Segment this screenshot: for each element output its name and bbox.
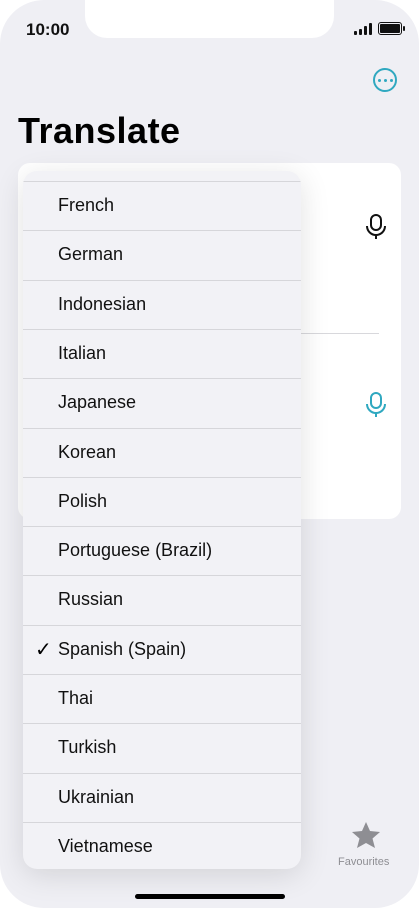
language-option-label: Italian bbox=[58, 342, 107, 363]
device-notch bbox=[85, 0, 334, 38]
phone-frame: 10:00 Translate Favourites French German… bbox=[0, 0, 419, 908]
language-option-label: Polish bbox=[58, 490, 108, 511]
battery-icon bbox=[378, 22, 405, 35]
language-option-label: Spanish (Spain) bbox=[58, 638, 187, 659]
more-options-button[interactable] bbox=[373, 68, 397, 92]
tab-favourites[interactable]: Favourites bbox=[338, 856, 389, 868]
language-option-label: Portuguese (Brazil) bbox=[58, 540, 213, 561]
language-option-label: Turkish bbox=[58, 737, 117, 758]
language-option-label: Russian bbox=[58, 589, 124, 610]
language-option-label: German bbox=[58, 244, 124, 265]
language-option-label: Japanese bbox=[58, 392, 137, 413]
page-title: Translate bbox=[18, 110, 181, 151]
language-option-italian[interactable]: Italian bbox=[23, 329, 301, 378]
ellipsis-circle-icon bbox=[377, 78, 381, 82]
microphone-icon[interactable] bbox=[364, 391, 388, 419]
star-icon[interactable] bbox=[351, 820, 381, 850]
language-option-korean[interactable]: Korean bbox=[23, 428, 301, 477]
app-screen: 10:00 Translate Favourites French German… bbox=[0, 0, 419, 908]
language-option-russian[interactable]: Russian bbox=[23, 575, 301, 624]
language-option-vietnamese[interactable]: Vietnamese bbox=[23, 822, 301, 869]
cellular-signal-icon bbox=[354, 22, 372, 35]
language-option-label: Thai bbox=[58, 688, 94, 708]
home-indicator bbox=[135, 894, 285, 899]
language-option-label: French bbox=[58, 195, 115, 215]
language-option-turkish[interactable]: Turkish bbox=[23, 723, 301, 772]
status-time: 10:00 bbox=[26, 20, 70, 39]
language-menu: French German Indonesian Italian Japanese Kor… bbox=[23, 171, 301, 869]
language-option-japanese[interactable]: Japanese bbox=[23, 378, 301, 427]
language-option-ukrainian[interactable]: Ukrainian bbox=[23, 773, 301, 822]
status-icons bbox=[354, 22, 405, 35]
language-option-thai[interactable]: Thai bbox=[23, 674, 301, 723]
language-option-label: Indonesian bbox=[58, 293, 147, 314]
language-option-label: Korean bbox=[58, 441, 117, 462]
language-option-label: Vietnamese bbox=[58, 835, 153, 856]
checkmark-icon: ✓ bbox=[35, 638, 52, 661]
language-option-french[interactable]: French bbox=[23, 181, 301, 230]
language-option-spanish-spain[interactable]: ✓ Spanish (Spain) bbox=[23, 625, 301, 674]
language-option-indonesian[interactable]: Indonesian bbox=[23, 280, 301, 329]
language-option-label: Ukrainian bbox=[58, 786, 135, 807]
language-option-portuguese-brazil[interactable]: Portuguese (Brazil) bbox=[23, 526, 301, 575]
language-option-polish[interactable]: Polish bbox=[23, 477, 301, 526]
language-option-german[interactable]: German bbox=[23, 230, 301, 279]
microphone-icon[interactable] bbox=[364, 213, 388, 241]
